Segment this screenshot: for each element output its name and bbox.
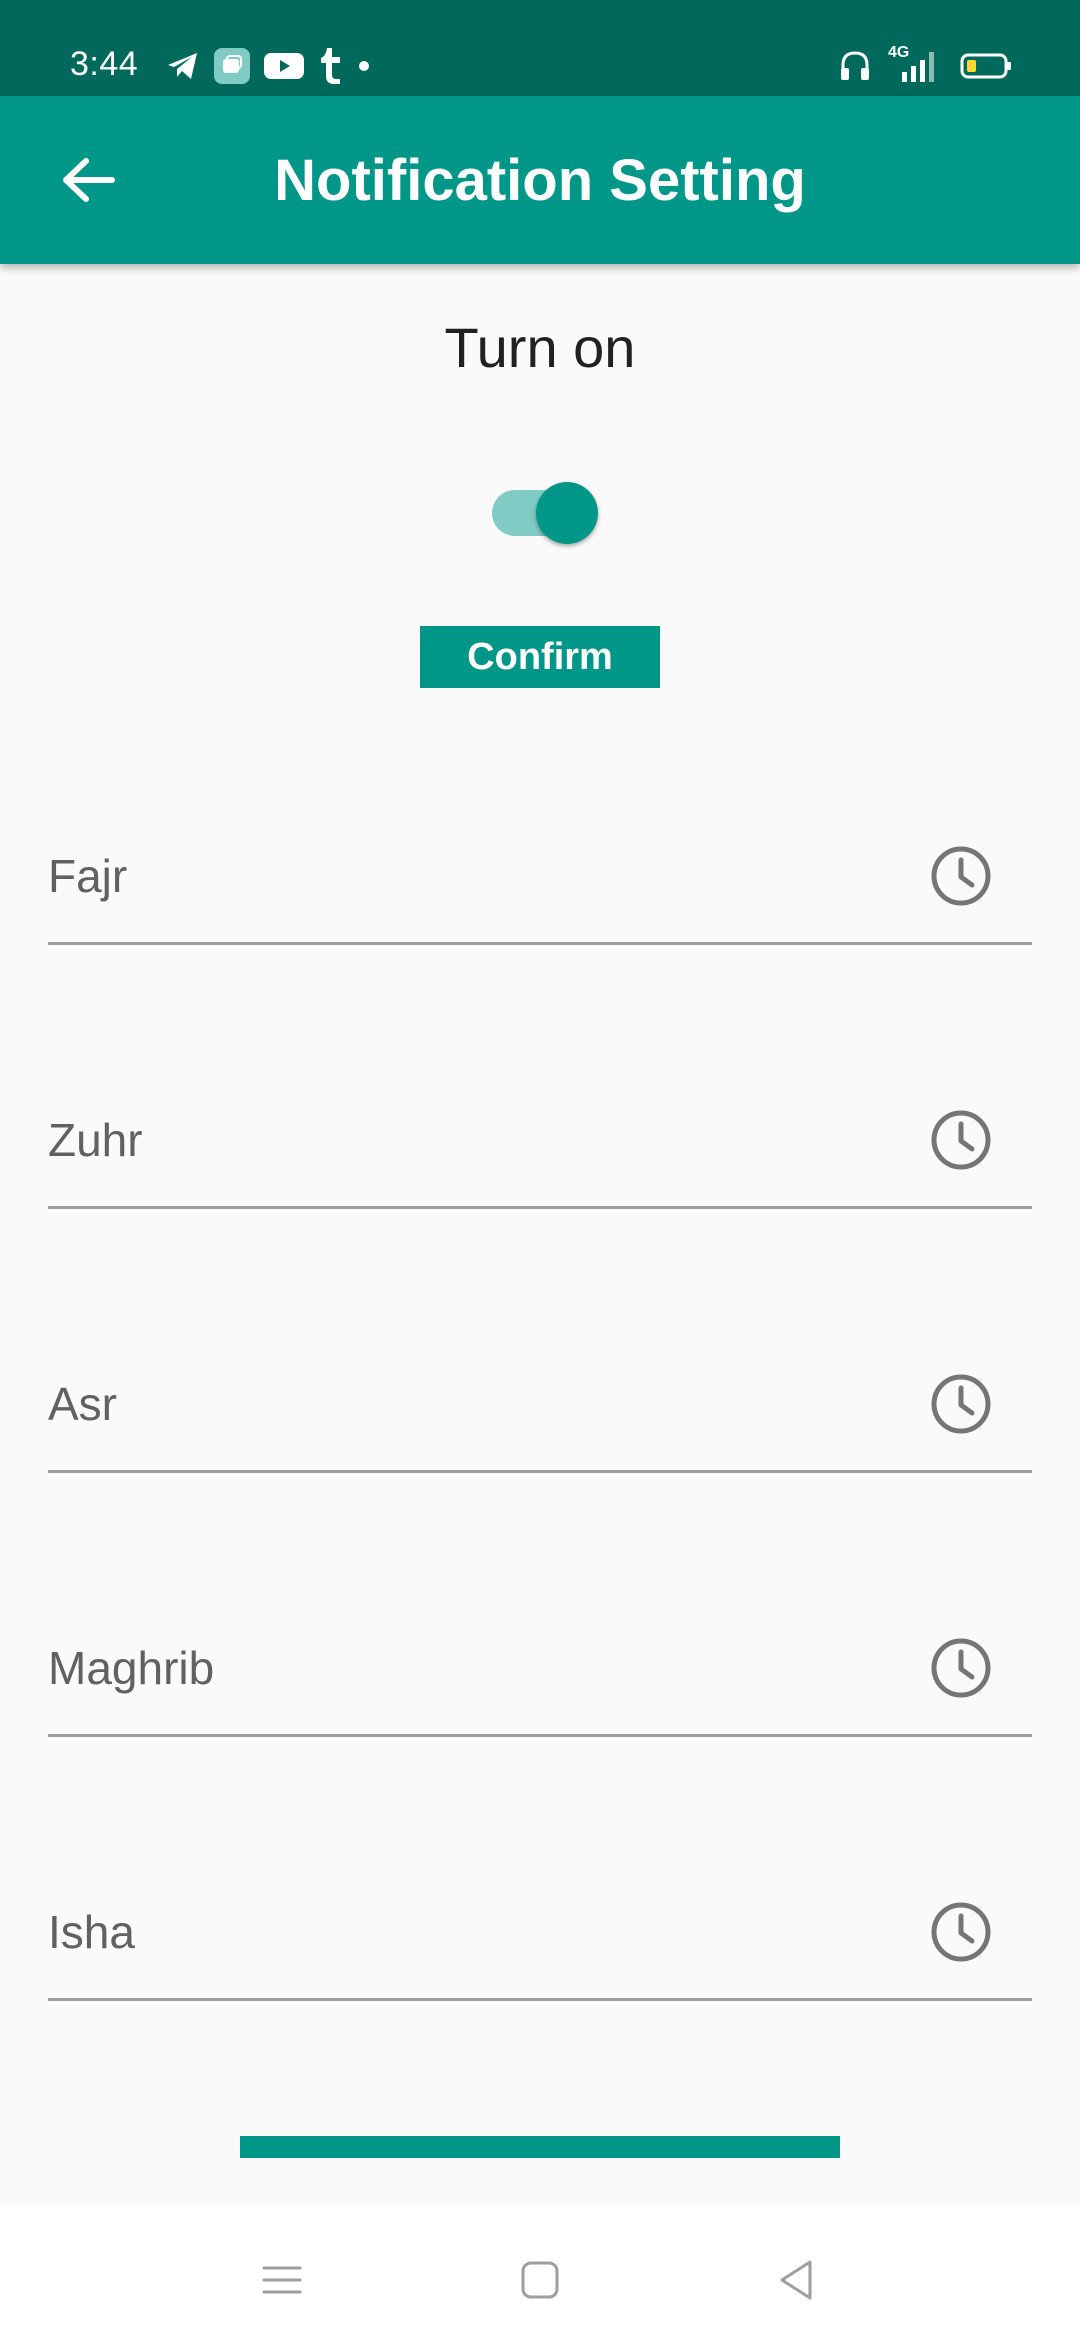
back-nav-button[interactable] — [756, 2240, 836, 2320]
tumblr-icon — [321, 48, 340, 84]
clock-icon[interactable] — [930, 1373, 992, 1435]
back-triangle-icon — [780, 2260, 812, 2300]
bottom-action-button[interactable] — [240, 2136, 840, 2158]
recent-apps-button[interactable] — [242, 2240, 322, 2320]
battery-icon — [960, 53, 1011, 79]
prayer-row-asr[interactable]: Asr — [48, 1323, 1032, 1473]
status-icons-left — [166, 44, 370, 88]
prayer-row-zuhr[interactable]: Zuhr — [48, 1059, 1032, 1209]
clock-icon[interactable] — [930, 1109, 992, 1171]
prayer-label: Isha — [48, 1906, 135, 1958]
signal-icon — [902, 52, 934, 82]
prayer-label: Asr — [48, 1378, 117, 1430]
signal-group: 4G — [888, 44, 944, 86]
app-icon — [214, 48, 250, 84]
screen: 3:44 4G Notification Setting Turn on Con… — [0, 0, 1080, 2340]
prayer-label: Fajr — [48, 850, 128, 902]
status-icons-right: 4G — [838, 44, 1012, 88]
clock-icon[interactable] — [930, 845, 992, 907]
prayer-row-fajr[interactable]: Fajr — [48, 795, 1032, 945]
dot-icon — [359, 61, 369, 71]
telegram-icon — [168, 53, 197, 79]
prayer-label: Zuhr — [48, 1114, 143, 1166]
page-title: Notification Setting — [274, 148, 806, 213]
turn-on-label: Turn on — [444, 316, 636, 379]
menu-icon — [262, 2266, 302, 2294]
toggle-thumb — [536, 482, 598, 544]
home-square-icon — [521, 2261, 559, 2299]
app-bar: Notification Setting — [0, 96, 1080, 264]
prayer-label: Maghrib — [48, 1642, 215, 1694]
confirm-button[interactable]: Confirm — [420, 626, 660, 688]
clock-icon[interactable] — [930, 1637, 992, 1699]
status-time: 3:44 — [70, 45, 139, 83]
prayer-row-maghrib[interactable]: Maghrib — [48, 1587, 1032, 1737]
clock-icon[interactable] — [930, 1901, 992, 1963]
navigation-bar — [0, 2206, 1080, 2340]
headset-icon — [841, 51, 869, 80]
notification-toggle[interactable] — [488, 480, 602, 546]
status-bar: 3:44 4G — [0, 0, 1080, 96]
home-button[interactable] — [500, 2240, 580, 2320]
youtube-icon — [264, 53, 304, 79]
prayer-row-isha[interactable]: Isha — [48, 1851, 1032, 2001]
